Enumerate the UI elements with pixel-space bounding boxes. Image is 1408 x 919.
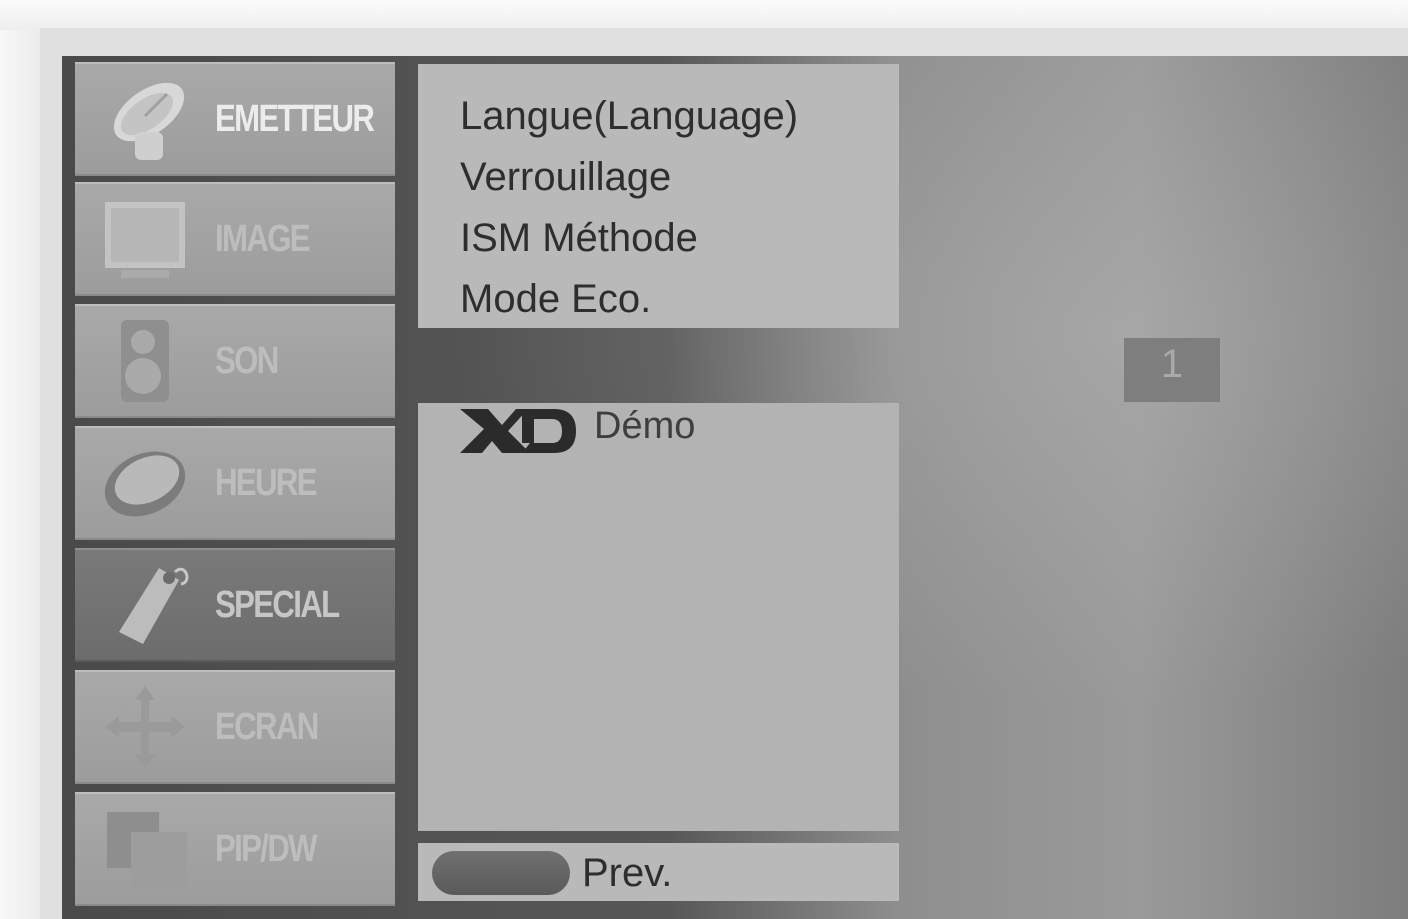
left-edge [0, 30, 40, 919]
demo-panel: XD Démo [418, 403, 899, 831]
demo-label[interactable]: Démo [594, 405, 695, 448]
main-menu: EMETTEUR IMAGE SON HEURE SPECIAL ECRAN P… [75, 62, 395, 910]
picture-icon [105, 202, 185, 278]
clock-icon [104, 451, 186, 517]
prev-label[interactable]: Prev. [582, 851, 672, 896]
submenu-item-ism-methode[interactable]: ISM Méthode [460, 216, 698, 261]
pip-icon [107, 812, 187, 888]
special-submenu: Langue(Language) Verrouillage ISM Méthod… [418, 64, 899, 328]
xd-logo-text: XD [458, 407, 460, 408]
satellite-dish-icon [113, 82, 185, 160]
xd-logo[interactable]: XD [458, 407, 578, 455]
menu-item-son[interactable]: SON [75, 304, 395, 418]
menu-label-son: SON [215, 340, 279, 382]
channel-number: 1 [1124, 338, 1220, 402]
prev-button[interactable] [432, 851, 570, 895]
menu-label-ecran: ECRAN [215, 706, 319, 748]
top-strip [0, 0, 1408, 30]
menu-label-special: SPECIAL [215, 584, 340, 626]
menu-label-heure: HEURE [215, 462, 318, 504]
submenu-item-verrouillage[interactable]: Verrouillage [460, 155, 671, 200]
tag-icon [119, 567, 189, 644]
submenu-item-mode-eco[interactable]: Mode Eco. [460, 277, 651, 322]
speaker-icon [121, 320, 169, 402]
bottom-bar: Prev. [418, 843, 899, 901]
menu-item-pip-dw[interactable]: PIP/DW [75, 792, 395, 906]
menu-item-image[interactable]: IMAGE [75, 182, 395, 296]
menu-label-emetteur: EMETTEUR [215, 98, 375, 140]
submenu-item-langue[interactable]: Langue(Language) [460, 94, 798, 139]
menu-item-heure[interactable]: HEURE [75, 426, 395, 540]
menu-item-emetteur[interactable]: EMETTEUR [75, 62, 395, 176]
menu-label-pip-dw: PIP/DW [215, 828, 318, 870]
menu-item-ecran[interactable]: ECRAN [75, 670, 395, 784]
move-arrows-icon [105, 686, 185, 768]
menu-item-special[interactable]: SPECIAL [75, 548, 395, 662]
menu-label-image: IMAGE [215, 218, 311, 260]
